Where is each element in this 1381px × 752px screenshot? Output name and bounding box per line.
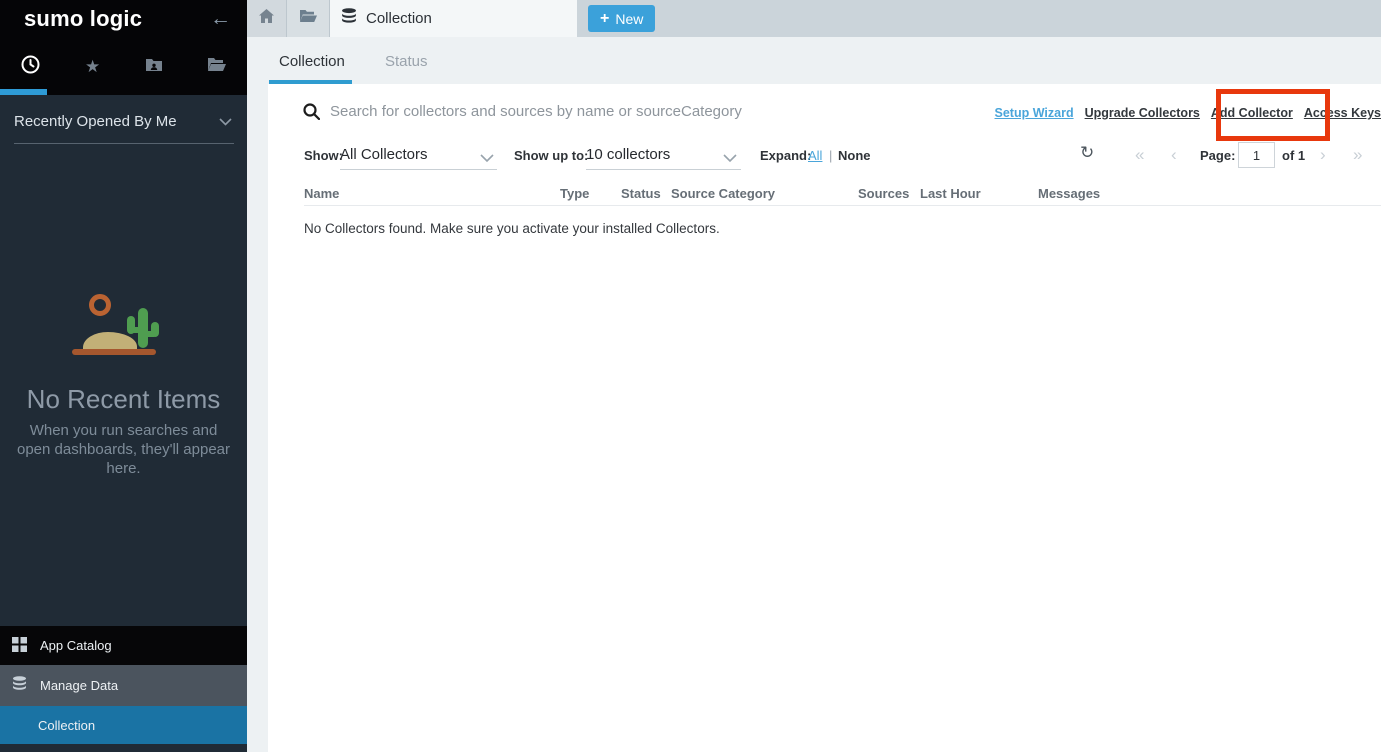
column-header-status[interactable]: Status xyxy=(621,186,661,201)
chevron-down-icon xyxy=(219,118,232,126)
empty-table-message: No Collectors found. Make sure you activ… xyxy=(304,221,720,236)
column-header-sources[interactable]: Sources xyxy=(858,186,909,201)
show-dropdown[interactable]: All Collectors xyxy=(340,146,428,163)
recent-items-dropdown[interactable]: Recently Opened By Me xyxy=(14,113,234,144)
sidebar-header: sumo logic ← ★ xyxy=(0,0,247,95)
main-area: Collection + New Collection Status Setup… xyxy=(247,0,1381,752)
column-header-messages[interactable]: Messages xyxy=(1038,186,1100,201)
next-page-icon[interactable]: › xyxy=(1320,145,1326,165)
database-icon xyxy=(341,8,357,29)
desert-illustration xyxy=(0,290,247,360)
sidebar: sumo logic ← ★ Rece xyxy=(0,0,247,752)
sun-icon xyxy=(89,294,111,316)
tab-collection[interactable]: Collection xyxy=(330,0,577,37)
grid-icon xyxy=(12,637,27,655)
chevron-down-icon[interactable] xyxy=(723,150,737,168)
recent-items-dropdown-label: Recently Opened By Me xyxy=(14,113,177,130)
clock-icon xyxy=(21,55,40,79)
first-page-icon[interactable]: « xyxy=(1135,145,1144,165)
sumo-logic-logo: sumo logic xyxy=(24,6,142,32)
sidebar-menu: App Catalog Manage Data Collection xyxy=(0,626,247,752)
sidebar-item-manage-data[interactable]: Manage Data xyxy=(0,665,247,706)
table-header-divider xyxy=(304,205,1381,206)
prev-page-icon[interactable]: ‹ xyxy=(1171,145,1177,165)
column-header-name[interactable]: Name xyxy=(304,186,339,201)
top-tab-bar: Collection + New xyxy=(247,0,1381,37)
show-label: Show: xyxy=(304,148,343,163)
active-tab-indicator xyxy=(0,89,47,95)
folder-person-icon xyxy=(145,57,163,77)
library-tab[interactable] xyxy=(287,0,330,37)
collector-action-links: Setup Wizard Upgrade Collectors Add Coll… xyxy=(995,106,1381,120)
expand-separator: | xyxy=(829,148,832,163)
plus-icon: + xyxy=(600,10,609,28)
setup-wizard-link[interactable]: Setup Wizard xyxy=(995,106,1074,120)
expand-none-link[interactable]: None xyxy=(838,148,871,163)
column-header-source-category[interactable]: Source Category xyxy=(671,186,775,201)
expand-label: Expand: xyxy=(760,148,811,163)
expand-all-link[interactable]: All xyxy=(808,148,822,163)
access-keys-link[interactable]: Access Keys xyxy=(1304,106,1381,120)
tab-collection-label: Collection xyxy=(366,10,432,27)
collapse-sidebar-icon[interactable]: ← xyxy=(210,7,231,31)
collection-content: Setup Wizard Upgrade Collectors Add Coll… xyxy=(268,84,1381,752)
home-icon xyxy=(259,9,274,28)
sidebar-item-label: App Catalog xyxy=(40,638,112,653)
favorites-tab[interactable]: ★ xyxy=(62,48,124,86)
subtab-collection[interactable]: Collection xyxy=(279,53,345,70)
search-icon xyxy=(303,103,320,125)
new-button-label: New xyxy=(615,11,643,27)
search-input[interactable] xyxy=(330,97,1030,125)
ground-icon xyxy=(72,349,156,355)
subtab-status[interactable]: Status xyxy=(385,53,428,70)
open-folder-icon xyxy=(207,57,226,77)
sidebar-item-label: Manage Data xyxy=(40,678,118,693)
sidebar-menu-spacer xyxy=(0,744,247,752)
show-up-to-dropdown[interactable]: 10 collectors xyxy=(586,146,670,163)
page-label: Page: xyxy=(1200,148,1235,163)
column-header-type[interactable]: Type xyxy=(560,186,589,201)
recents-tab[interactable] xyxy=(0,48,62,86)
shared-folder-tab[interactable] xyxy=(185,48,247,86)
add-collector-link[interactable]: Add Collector xyxy=(1211,106,1293,120)
sidebar-icon-tabs: ★ xyxy=(0,48,247,86)
open-folder-icon xyxy=(299,9,317,28)
refresh-icon[interactable]: ↻ xyxy=(1080,143,1094,163)
sidebar-item-collection[interactable]: Collection xyxy=(0,706,247,744)
sidebar-item-label: Collection xyxy=(38,718,95,733)
column-header-last-hour[interactable]: Last Hour xyxy=(920,186,981,201)
show-up-to-dropdown-underline xyxy=(586,169,741,170)
no-recent-items-title: No Recent Items xyxy=(0,384,247,415)
show-dropdown-underline xyxy=(340,169,497,170)
no-recent-items-caption: When you run searches and open dashboard… xyxy=(0,421,247,478)
home-tab[interactable] xyxy=(247,0,287,37)
last-page-icon[interactable]: » xyxy=(1353,145,1362,165)
database-icon xyxy=(12,676,27,695)
star-icon: ★ xyxy=(85,57,100,77)
sidebar-item-app-catalog[interactable]: App Catalog xyxy=(0,626,247,665)
page-of-label: of 1 xyxy=(1282,148,1305,163)
collection-subnav: Collection Status xyxy=(247,37,1381,84)
chevron-down-icon[interactable] xyxy=(480,150,494,168)
upgrade-collectors-link[interactable]: Upgrade Collectors xyxy=(1085,106,1200,120)
personal-folder-tab[interactable] xyxy=(124,48,186,86)
show-up-to-label: Show up to: xyxy=(514,148,588,163)
page-number-input[interactable] xyxy=(1238,142,1275,168)
new-button[interactable]: + New xyxy=(588,5,655,32)
